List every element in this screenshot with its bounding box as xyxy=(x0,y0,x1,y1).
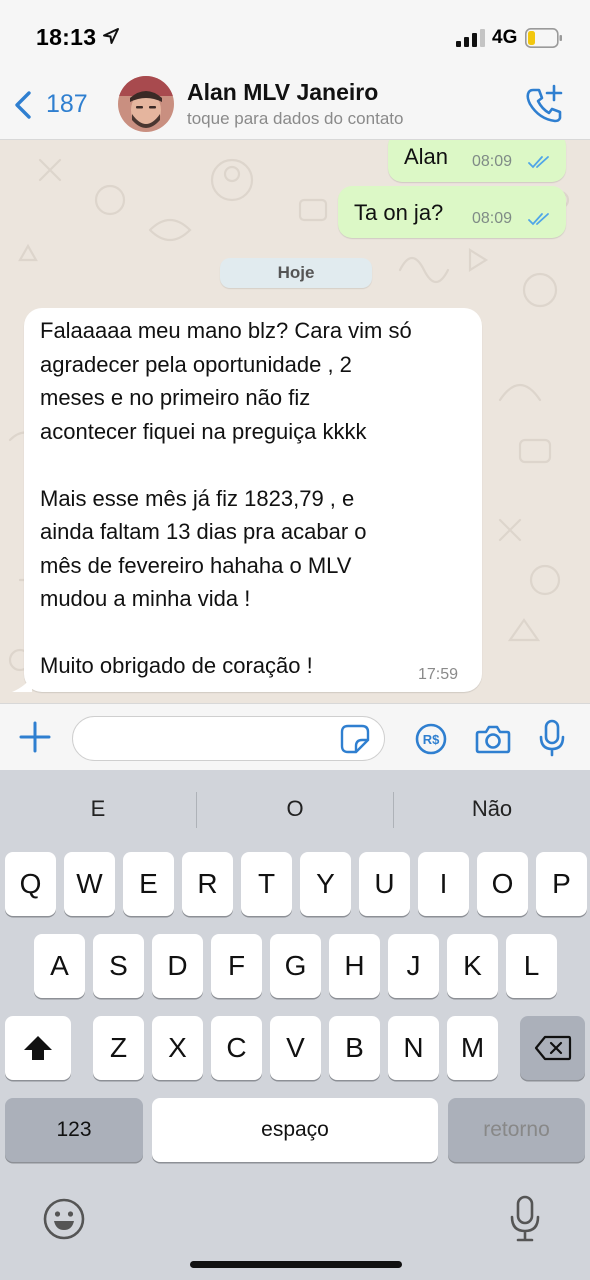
double-check-icon xyxy=(528,213,549,226)
key-m[interactable]: M xyxy=(447,1016,498,1080)
delete-key[interactable] xyxy=(520,1016,585,1080)
message-time: 08:09 xyxy=(472,210,513,227)
signal-bars-icon xyxy=(456,29,485,47)
key-h[interactable]: H xyxy=(329,934,380,998)
backspace-icon xyxy=(534,1035,571,1061)
outgoing-message[interactable]: Alan 08:09 xyxy=(388,140,566,182)
battery-icon xyxy=(525,28,562,48)
camera-icon[interactable] xyxy=(475,723,511,755)
message-line: mês de fevereiro hahaha o MLV xyxy=(40,552,352,578)
return-key[interactable]: retorno xyxy=(448,1098,585,1162)
key-w[interactable]: W xyxy=(64,852,115,916)
key-t[interactable]: T xyxy=(241,852,292,916)
contact-name[interactable]: Alan MLV Janeiro xyxy=(187,79,378,106)
space-key[interactable]: espaço xyxy=(152,1098,438,1162)
emoji-icon[interactable] xyxy=(42,1197,86,1241)
message-time: 08:09 xyxy=(472,153,513,170)
key-a[interactable]: A xyxy=(34,934,85,998)
key-j[interactable]: J xyxy=(388,934,439,998)
message-line: mudou a minha vida ! xyxy=(40,586,251,611)
message-text: Ta on ja? xyxy=(354,200,444,225)
key-k[interactable]: K xyxy=(447,934,498,998)
key-y[interactable]: Y xyxy=(300,852,351,916)
bubble-tail xyxy=(12,676,32,692)
key-f[interactable]: F xyxy=(211,934,262,998)
chat-header: 187 Alan MLV Janeiro toque para dados do… xyxy=(0,70,590,140)
key-v[interactable]: V xyxy=(270,1016,321,1080)
key-e[interactable]: E xyxy=(123,852,174,916)
key-z[interactable]: Z xyxy=(93,1016,144,1080)
key-g[interactable]: G xyxy=(270,934,321,998)
plus-icon[interactable] xyxy=(18,720,52,754)
contact-subtitle[interactable]: toque para dados do contato xyxy=(187,109,403,129)
message-line: Falaaaaa meu mano blz? Cara vim só xyxy=(40,318,412,343)
message-line: ainda faltam 13 dias pra acabar o xyxy=(40,519,367,544)
key-u[interactable]: U xyxy=(359,852,410,916)
suggestion-item[interactable]: O xyxy=(197,796,393,822)
key-x[interactable]: X xyxy=(152,1016,203,1080)
message-text: Alan xyxy=(404,144,449,169)
key-n[interactable]: N xyxy=(388,1016,439,1080)
message-line xyxy=(40,448,480,482)
home-indicator xyxy=(190,1261,402,1268)
key-r[interactable]: R xyxy=(182,852,233,916)
message-input-bar: R$ xyxy=(0,703,590,770)
predictive-bar: E O Não xyxy=(0,770,590,848)
day-divider: Hoje xyxy=(220,258,372,288)
key-s[interactable]: S xyxy=(93,934,144,998)
chevron-left-icon[interactable] xyxy=(12,90,34,120)
message-line: acontecer fiquei na preguiça kkkk xyxy=(40,418,367,444)
status-time: 18:13 xyxy=(36,24,97,50)
pix-real-icon[interactable]: R$ xyxy=(415,723,447,755)
key-q[interactable]: Q xyxy=(5,852,56,916)
message-line: meses e no primeiro não fiz xyxy=(40,385,311,410)
chat-area[interactable]: Alan 08:09 Ta on ja? 08:09 Hoje Falaaaaa… xyxy=(0,140,590,703)
message-line xyxy=(40,616,480,650)
key-p[interactable]: P xyxy=(536,852,587,916)
dictation-mic-icon[interactable] xyxy=(508,1195,542,1243)
microphone-icon[interactable] xyxy=(539,719,565,757)
svg-text:R$: R$ xyxy=(423,732,440,747)
suggestion-item[interactable]: E xyxy=(0,796,196,822)
shift-arrow-icon xyxy=(24,1036,52,1060)
message-input[interactable] xyxy=(72,716,385,761)
message-line: Mais esse mês já fiz 1823,79 , e xyxy=(40,485,355,511)
message-line: agradecer pela oportunidade , 2 xyxy=(40,351,352,377)
shift-key[interactable] xyxy=(5,1016,71,1080)
message-text: Falaaaaa meu mano blz? Cara vim só agrad… xyxy=(40,314,480,683)
key-o[interactable]: O xyxy=(477,852,528,916)
suggestion-item[interactable]: Não xyxy=(394,796,590,822)
message-line: Muito obrigado de coração ! xyxy=(40,653,313,678)
network-type: 4G xyxy=(492,27,518,48)
key-i[interactable]: I xyxy=(418,852,469,916)
outgoing-message[interactable]: Ta on ja? 08:09 xyxy=(338,186,566,238)
sticker-icon[interactable] xyxy=(340,724,370,754)
back-unread-count[interactable]: 187 xyxy=(46,90,88,119)
key-l[interactable]: L xyxy=(506,934,557,998)
avatar[interactable] xyxy=(118,76,174,132)
message-time: 17:59 xyxy=(418,666,459,683)
key-b[interactable]: B xyxy=(329,1016,380,1080)
status-bar: 18:13 4G xyxy=(0,0,590,70)
key-d[interactable]: D xyxy=(152,934,203,998)
location-arrow-icon xyxy=(103,28,119,44)
numbers-key[interactable]: 123 xyxy=(5,1098,143,1162)
keyboard: E O Não Q W E R T Y U I O P A S D F G H … xyxy=(0,770,590,1280)
phone-add-icon[interactable] xyxy=(524,84,564,124)
key-c[interactable]: C xyxy=(211,1016,262,1080)
double-check-icon xyxy=(528,156,549,169)
